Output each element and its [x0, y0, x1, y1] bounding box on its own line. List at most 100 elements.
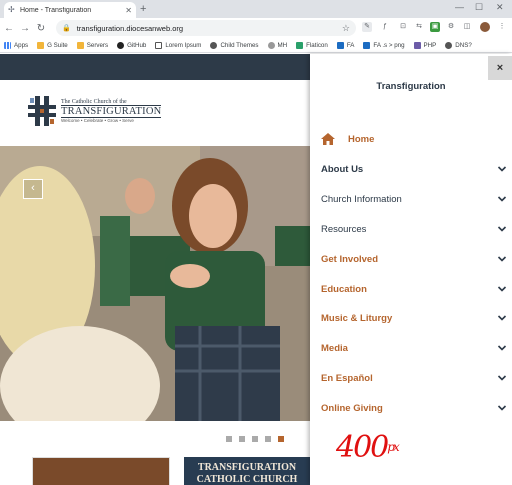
github-icon	[117, 41, 125, 49]
tab-title: Home - Transfiguration	[20, 6, 92, 14]
menu-item-online-giving[interactable]: Online Giving	[321, 399, 507, 417]
bookmark-apps[interactable]: Apps	[4, 41, 29, 49]
close-window-icon[interactable]: ✕	[496, 2, 504, 13]
menu-item-get-involved[interactable]: Get Involved	[321, 250, 507, 268]
bookmark-lorem[interactable]: Lorem Ipsum	[155, 41, 202, 49]
slider-dot[interactable]	[265, 436, 271, 442]
bookmark-label: Apps	[14, 41, 29, 49]
site-logo[interactable]: The Catholic Church of the TRANSFIGURATI…	[26, 94, 162, 128]
chevron-down-icon[interactable]	[497, 343, 507, 353]
menu-item-label: Get Involved	[321, 253, 379, 265]
chevron-down-icon[interactable]	[497, 284, 507, 294]
bookmark-child-themes[interactable]: Child Themes	[210, 41, 259, 49]
favicon-icon: ✢	[8, 5, 15, 14]
handwritten-annotation: 400px	[336, 430, 400, 465]
slider-dot-active[interactable]	[278, 436, 284, 442]
reload-icon[interactable]: ↻	[34, 23, 48, 34]
bookmark-github[interactable]: GitHub	[117, 41, 147, 49]
menu-item-en-espa-ol[interactable]: En Español	[321, 369, 507, 387]
menu-item-label: Media	[321, 342, 348, 354]
chevron-down-icon[interactable]	[497, 254, 507, 264]
page: The Catholic Church of the TRANSFIGURATI…	[0, 54, 512, 485]
logo-title: TRANSFIGURATION	[61, 105, 162, 118]
bookmark-label: Servers	[86, 41, 109, 49]
slider-dot[interactable]	[226, 436, 232, 442]
menu-item-resources[interactable]: Resources	[321, 220, 507, 238]
lock-icon: 🔒	[62, 25, 71, 32]
side-menu-drawer: × Transfiguration Home About Us Church Inf…	[310, 54, 512, 485]
menu-item-church-information[interactable]: Church Information	[321, 190, 507, 208]
thumbnail-text: TRANSFIGURATION	[197, 462, 297, 473]
fa-icon	[363, 41, 371, 49]
bookmark-label: Lorem Ipsum	[165, 41, 202, 49]
annotation-value: 400	[336, 430, 389, 465]
lorem-icon	[155, 41, 163, 49]
chevron-down-icon[interactable]	[497, 313, 507, 323]
menu-item-label: Home	[348, 133, 375, 145]
extension-icon[interactable]: ✎	[362, 22, 372, 32]
minimize-icon[interactable]: —	[455, 2, 464, 12]
php-icon	[413, 41, 421, 49]
bookmark-label: FA .s > png	[373, 41, 405, 49]
menu-item-music-liturgy[interactable]: Music & Liturgy	[321, 309, 507, 327]
bookmarks-bar: Apps G Suite Servers GitHub Lorem Ipsum …	[0, 38, 512, 53]
bookmark-servers[interactable]: Servers	[76, 41, 109, 49]
feature-thumbnail[interactable]	[32, 457, 170, 485]
flaticon-icon	[296, 41, 304, 49]
maximize-icon[interactable]: ☐	[475, 2, 483, 13]
menu-item-home[interactable]: Home	[321, 130, 507, 148]
address-bar[interactable]: 🔒 transfiguration.diocesanweb.org ☆	[56, 20, 356, 36]
extension-icon[interactable]: ⚙	[446, 22, 456, 32]
new-tab-button[interactable]: +	[140, 3, 146, 15]
bookmark-label: MH	[277, 41, 288, 49]
close-tab-icon[interactable]: ✕	[125, 6, 132, 15]
slider-prev-button[interactable]: ‹	[23, 179, 43, 199]
chevron-down-icon[interactable]	[497, 194, 507, 204]
bookmark-dns[interactable]: DNS?	[445, 41, 472, 49]
bookmark-label: GitHub	[127, 41, 147, 49]
bookmark-label: FA	[346, 41, 355, 49]
extension-icon[interactable]: ⇆	[414, 22, 424, 32]
slider-dot[interactable]	[252, 436, 258, 442]
forward-icon[interactable]: →	[18, 23, 32, 34]
extension-icon[interactable]: ▣	[430, 22, 440, 32]
menu-item-label: Online Giving	[321, 402, 383, 414]
menu-icon[interactable]: ⋮	[497, 22, 507, 32]
bookmark-mh[interactable]: MH	[267, 41, 288, 49]
bookmark-star-icon[interactable]: ☆	[342, 23, 350, 34]
menu-item-about-us[interactable]: About Us	[321, 160, 507, 178]
extension-icon[interactable]: ƒ	[380, 22, 390, 32]
hero-photo	[0, 146, 310, 421]
globe-icon	[267, 41, 275, 49]
browser-tab[interactable]: ✢ Home - Transfiguration ✕	[4, 2, 136, 18]
bookmark-fa[interactable]: FA	[336, 41, 355, 49]
avatar[interactable]	[480, 22, 490, 32]
bookmark-label: Child Themes	[220, 41, 259, 49]
bookmark-php[interactable]: PHP	[413, 41, 436, 49]
menu-item-label: Education	[321, 283, 367, 295]
logo-tagline: Welcome • Celebrate • Grow • Serve	[61, 118, 134, 123]
extension-icon[interactable]: ⊡	[398, 22, 408, 32]
extension-icon[interactable]: ◫	[462, 22, 472, 32]
bookmark-label: DNS?	[455, 41, 472, 49]
apps-grid-icon	[4, 41, 11, 49]
menu-item-media[interactable]: Media	[321, 339, 507, 357]
chevron-down-icon[interactable]	[497, 164, 507, 174]
back-icon[interactable]: ←	[2, 23, 16, 34]
chevron-down-icon[interactable]	[497, 224, 507, 234]
bookmark-label: G Suite	[47, 41, 68, 49]
feature-thumbnail[interactable]: TRANSFIGURATION CATHOLIC CHURCH	[184, 457, 310, 485]
slider-dots	[226, 436, 291, 442]
wordpress-icon	[210, 41, 218, 49]
slider-dot[interactable]	[239, 436, 245, 442]
menu-item-education[interactable]: Education	[321, 280, 507, 298]
close-menu-button[interactable]: ×	[488, 56, 512, 80]
chevron-down-icon[interactable]	[497, 373, 507, 383]
menu-item-label: Church Information	[321, 193, 402, 205]
tab-strip: ✢ Home - Transfiguration ✕ + — ☐ ✕	[0, 0, 512, 18]
bookmark-fa-png[interactable]: FA .s > png	[363, 41, 405, 49]
chevron-down-icon[interactable]	[497, 403, 507, 413]
folder-icon	[76, 41, 84, 49]
bookmark-gsuite[interactable]: G Suite	[37, 41, 68, 49]
bookmark-flaticon[interactable]: Flaticon	[296, 41, 328, 49]
